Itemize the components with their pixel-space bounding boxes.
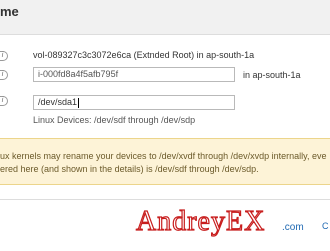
device-input-value: /dev/sda1 — [38, 97, 78, 107]
warning-line-1: ux kernels may rename your devices to /d… — [0, 151, 327, 161]
andreyex-watermark-logo: AndreyEX .com — [135, 205, 304, 237]
cancel-link[interactable]: C — [322, 221, 329, 231]
watermark-text: AndreyEX — [136, 206, 265, 237]
warning-box: ux kernels may rename your devices to /d… — [0, 138, 330, 185]
text-caret — [78, 97, 80, 108]
instance-info-icon[interactable]: i — [0, 70, 8, 80]
device-info-icon[interactable]: i — [0, 96, 8, 106]
volume-value: vol-089327c3c3072e6ca (Extnded Root) in … — [33, 50, 255, 60]
volume-info-icon[interactable]: i — [0, 51, 8, 61]
warning-line-2: ered here (and shown in the details) is … — [0, 164, 259, 174]
instance-input[interactable]: i-000fd8a4f5afb795f — [33, 67, 235, 82]
dialog-header: me — [0, 0, 330, 35]
device-input[interactable]: /dev/sda1 — [33, 95, 235, 110]
device-help-text: Linux Devices: /dev/sdf through /dev/sdp — [33, 115, 196, 125]
watermark-domain: .com — [282, 222, 304, 233]
availability-zone-label: in ap-south-1a — [243, 70, 301, 80]
dialog-title: me — [0, 4, 19, 19]
instance-input-value: i-000fd8a4f5afb795f — [38, 69, 119, 79]
